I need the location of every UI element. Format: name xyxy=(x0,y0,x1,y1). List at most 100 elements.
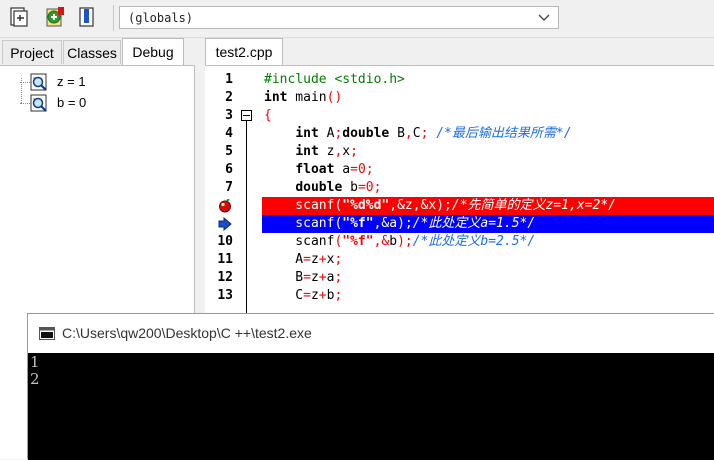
code-line[interactable]: int z,x; xyxy=(262,143,714,161)
toggle-bookmark-icon[interactable] xyxy=(44,6,66,28)
goto-bookmark-icon[interactable] xyxy=(76,6,98,28)
line-number[interactable]: 10 xyxy=(205,234,233,249)
code-token: /*此处定义a=1.5*/ xyxy=(412,216,536,231)
left-panel-tabs: Project Classes Debug xyxy=(0,38,195,65)
toolbar-separator xyxy=(113,5,114,31)
code-token: z xyxy=(310,288,319,303)
code-line[interactable]: scanf("%f",&a);/*此处定义a=1.5*/ xyxy=(262,215,714,233)
code-line[interactable]: double b=0; xyxy=(262,179,714,197)
code-token: ; xyxy=(365,162,374,177)
scope-combo-value: (globals) xyxy=(128,11,194,25)
line-number[interactable]: 11 xyxy=(205,252,233,267)
code-token: B xyxy=(389,126,405,141)
editor-tab-test2[interactable]: test2.cpp xyxy=(205,38,283,66)
watch-magnifier-icon xyxy=(30,94,48,112)
code-line[interactable]: scanf("%f",&b);/*此处定义b=2.5*/ xyxy=(262,233,714,251)
code-token: = xyxy=(357,180,366,195)
code-token: main xyxy=(287,90,327,105)
line-number[interactable]: 3 xyxy=(205,108,233,123)
code-token: B xyxy=(264,270,304,285)
code-line[interactable]: A=z+x; xyxy=(262,251,714,269)
breakpoint-icon[interactable] xyxy=(218,198,232,213)
code-token: ,& xyxy=(389,198,405,213)
code-line[interactable]: scanf("%d%d",&z,&x);/*先简单的定义z=1,x=2*/ xyxy=(262,197,714,215)
code-token: + xyxy=(318,252,327,267)
code-token: /*先简单的定义z=1,x=2*/ xyxy=(451,198,616,213)
code-line[interactable]: C=z+b; xyxy=(262,287,714,305)
code-token: A xyxy=(264,252,304,267)
code-token: = xyxy=(303,288,311,303)
code-line[interactable]: int A;double B,C; /*最后输出结果所需*/ xyxy=(262,125,714,143)
console-titlebar[interactable]: C:\Users\qw200\Desktop\C ++\test2.exe xyxy=(28,314,714,353)
code-token: z xyxy=(404,198,413,213)
line-number[interactable]: 7 xyxy=(205,180,233,195)
code-token: double xyxy=(295,180,343,195)
code-line[interactable]: #include <stdio.h> xyxy=(262,71,714,89)
tab-classes[interactable]: Classes xyxy=(63,40,121,64)
code-token: a xyxy=(334,162,351,177)
code-token: int xyxy=(264,90,288,105)
code-token: #include <stdio.h> xyxy=(264,72,405,87)
insert-icon[interactable] xyxy=(8,6,30,28)
code-line[interactable]: int main() xyxy=(262,89,714,107)
code-line[interactable]: B=z+a; xyxy=(262,269,714,287)
console-output[interactable]: 1 2 xyxy=(28,353,714,460)
code-token: A xyxy=(318,126,335,141)
tab-debug[interactable]: Debug xyxy=(122,38,184,65)
fold-collapse-icon[interactable] xyxy=(241,110,252,121)
code-token: a xyxy=(389,216,398,231)
code-token: + xyxy=(318,270,327,285)
code-token: "%f" xyxy=(342,216,374,231)
tab-project[interactable]: Project xyxy=(2,40,62,64)
code-token: = xyxy=(303,252,311,267)
console-window[interactable]: C:\Users\qw200\Desktop\C ++\test2.exe 1 … xyxy=(27,313,714,460)
line-number[interactable]: 12 xyxy=(205,270,233,285)
code-token: scanf xyxy=(264,234,335,249)
line-number[interactable]: 6 xyxy=(205,162,233,177)
line-number[interactable]: 1 xyxy=(205,72,233,87)
code-token: ; xyxy=(350,144,358,159)
code-token: scanf xyxy=(264,198,335,213)
code-token: ; xyxy=(373,180,382,195)
code-token: scanf xyxy=(264,216,335,231)
code-token: ; xyxy=(334,288,343,303)
code-token: , xyxy=(404,126,413,141)
console-title: C:\Users\qw200\Desktop\C ++\test2.exe xyxy=(62,325,312,341)
code-token: b xyxy=(389,234,398,249)
code-line[interactable]: { xyxy=(262,107,714,125)
code-token: 0 xyxy=(365,180,374,195)
code-token: ,& xyxy=(373,216,390,231)
code-token: 0 xyxy=(357,162,366,177)
current-line-arrow-icon[interactable] xyxy=(218,216,232,232)
toolbar: (globals) xyxy=(0,0,714,38)
code-token: { xyxy=(264,108,272,123)
line-number[interactable]: 2 xyxy=(205,90,233,105)
code-token: ; xyxy=(334,270,343,285)
watch-magnifier-icon xyxy=(30,73,48,91)
line-number[interactable]: 13 xyxy=(205,288,233,303)
code-token: ); xyxy=(397,216,413,231)
watch-label: z = 1 xyxy=(57,74,86,89)
code-token: z xyxy=(310,252,319,267)
chevron-down-icon[interactable] xyxy=(536,9,552,25)
scope-combo[interactable]: (globals) xyxy=(119,6,559,29)
code-token: = xyxy=(303,270,311,285)
line-number[interactable]: 5 xyxy=(205,144,233,159)
code-token: /*此处定义b=2.5*/ xyxy=(412,234,536,249)
code-line[interactable]: float a=0; xyxy=(262,161,714,179)
console-window-icon xyxy=(39,327,55,340)
console-output-line: 2 xyxy=(30,370,40,388)
code-token: ,& xyxy=(412,198,429,213)
code-token: b xyxy=(342,180,358,195)
code-token: int xyxy=(295,126,319,141)
code-token: ,& xyxy=(373,234,390,249)
code-token: int xyxy=(295,144,319,159)
code-token: ); xyxy=(397,234,413,249)
code-token: ); xyxy=(436,198,452,213)
code-token: x xyxy=(342,144,351,159)
code-token: "%d%d" xyxy=(342,198,390,213)
line-number[interactable]: 4 xyxy=(205,126,233,141)
